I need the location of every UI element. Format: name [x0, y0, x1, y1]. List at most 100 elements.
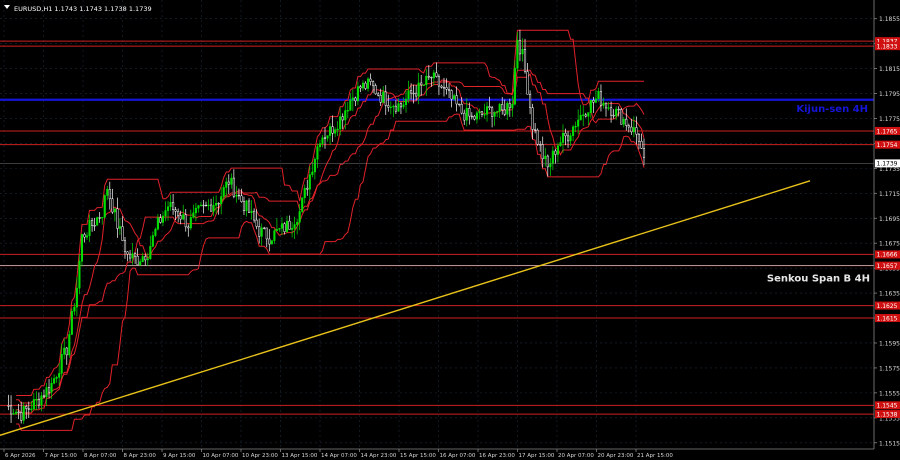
candle-body	[177, 211, 180, 216]
candle-body	[159, 217, 162, 223]
candle-body	[235, 194, 238, 197]
candle-body	[280, 223, 284, 229]
candle-body	[25, 406, 28, 409]
candle-body	[58, 373, 61, 378]
candle-body	[440, 85, 443, 88]
time-tick-label: 21 Apr 15:00	[637, 453, 673, 459]
candle-body	[369, 78, 372, 82]
candle-body	[129, 253, 132, 259]
time-tick-label: 14 Apr 07:00	[321, 453, 357, 459]
candle-body	[483, 114, 486, 116]
candle-body	[318, 143, 321, 147]
candle-body	[227, 181, 230, 185]
candle-body	[187, 226, 190, 229]
candle-body	[329, 126, 332, 136]
candle-body	[470, 115, 473, 118]
candle-body	[113, 208, 116, 213]
candle-body	[123, 240, 127, 253]
candle-body	[587, 112, 590, 117]
candle-body	[539, 144, 542, 146]
candle-body	[589, 99, 592, 113]
candle-body	[73, 306, 76, 312]
candle-body	[232, 177, 235, 197]
candle-body	[597, 91, 600, 99]
candle-body	[632, 127, 635, 133]
candle-body	[382, 91, 385, 103]
candle-body	[253, 210, 256, 221]
candle-body	[351, 97, 354, 101]
candle-body	[384, 91, 387, 106]
candle-body	[166, 206, 170, 211]
candle-body	[518, 39, 521, 55]
candle-body	[372, 81, 375, 86]
candle-body	[430, 76, 433, 79]
candle-body	[265, 227, 268, 240]
candle-body	[496, 111, 499, 113]
candle-body	[422, 84, 425, 86]
candle-body	[523, 48, 527, 72]
candle-body	[574, 126, 577, 128]
candle-body	[577, 119, 580, 127]
candle-body	[478, 111, 481, 114]
candle-body	[508, 103, 511, 109]
candle-body	[334, 129, 337, 134]
candle-body	[53, 378, 56, 384]
candle-body	[407, 90, 410, 100]
candle-body	[80, 234, 84, 262]
candle-body	[217, 202, 220, 205]
candle-body	[460, 103, 463, 114]
candle-body	[116, 208, 119, 229]
price-tick-label: 1.1595	[879, 340, 900, 347]
candle-body	[273, 230, 276, 241]
candle-body	[27, 408, 30, 410]
candle-body	[450, 90, 453, 100]
candle-body	[12, 413, 15, 415]
time-tick-label: 20 Apr 23:00	[598, 453, 634, 459]
candle-body	[263, 227, 266, 229]
time-tick-label: 8 Apr 07:00	[84, 453, 117, 459]
candle-body	[463, 112, 466, 121]
candle-body	[617, 108, 620, 111]
candle-body	[68, 334, 71, 356]
candle-body	[604, 102, 608, 109]
candle-body	[42, 395, 46, 398]
candle-body	[285, 220, 289, 232]
candle-body	[75, 287, 78, 308]
candle-body	[534, 129, 537, 131]
candle-body	[189, 217, 192, 229]
candle-body	[531, 107, 534, 130]
candle-body	[101, 216, 104, 219]
candle-body	[544, 155, 547, 160]
candle-body	[65, 347, 68, 356]
candle-body	[63, 347, 66, 355]
candle-body	[516, 39, 519, 69]
candle-body	[316, 146, 319, 160]
candle-body	[498, 104, 501, 112]
candle-body	[491, 107, 494, 117]
candle-body	[151, 235, 154, 247]
candle-body	[612, 114, 615, 117]
symbol-header: EURUSD,H1 1.1743 1.1743 1.1738 1.1739	[14, 5, 152, 13]
candle-body	[415, 92, 418, 97]
price-tick-label: 1.1775	[879, 116, 900, 123]
candle-body	[172, 202, 175, 210]
candle-body	[146, 258, 149, 261]
time-tick-label: 6 Apr 2026	[5, 453, 36, 459]
candle-body	[298, 211, 301, 223]
candle-body	[308, 174, 311, 190]
candle-body	[93, 225, 96, 227]
candle-body	[551, 150, 554, 164]
candle-body	[554, 150, 557, 155]
time-tick-label: 20 Apr 07:00	[558, 453, 594, 459]
candle-body	[174, 209, 177, 212]
candle-body	[230, 177, 233, 185]
candle-body	[260, 227, 263, 237]
candle-body	[374, 85, 377, 95]
candle-body	[556, 145, 559, 155]
candle-body	[359, 86, 362, 89]
candle-body	[247, 200, 251, 213]
candle-body	[344, 110, 347, 121]
candle-body	[182, 214, 185, 220]
candle-body	[529, 94, 532, 108]
price-tick-label: 1.1695	[879, 216, 900, 223]
